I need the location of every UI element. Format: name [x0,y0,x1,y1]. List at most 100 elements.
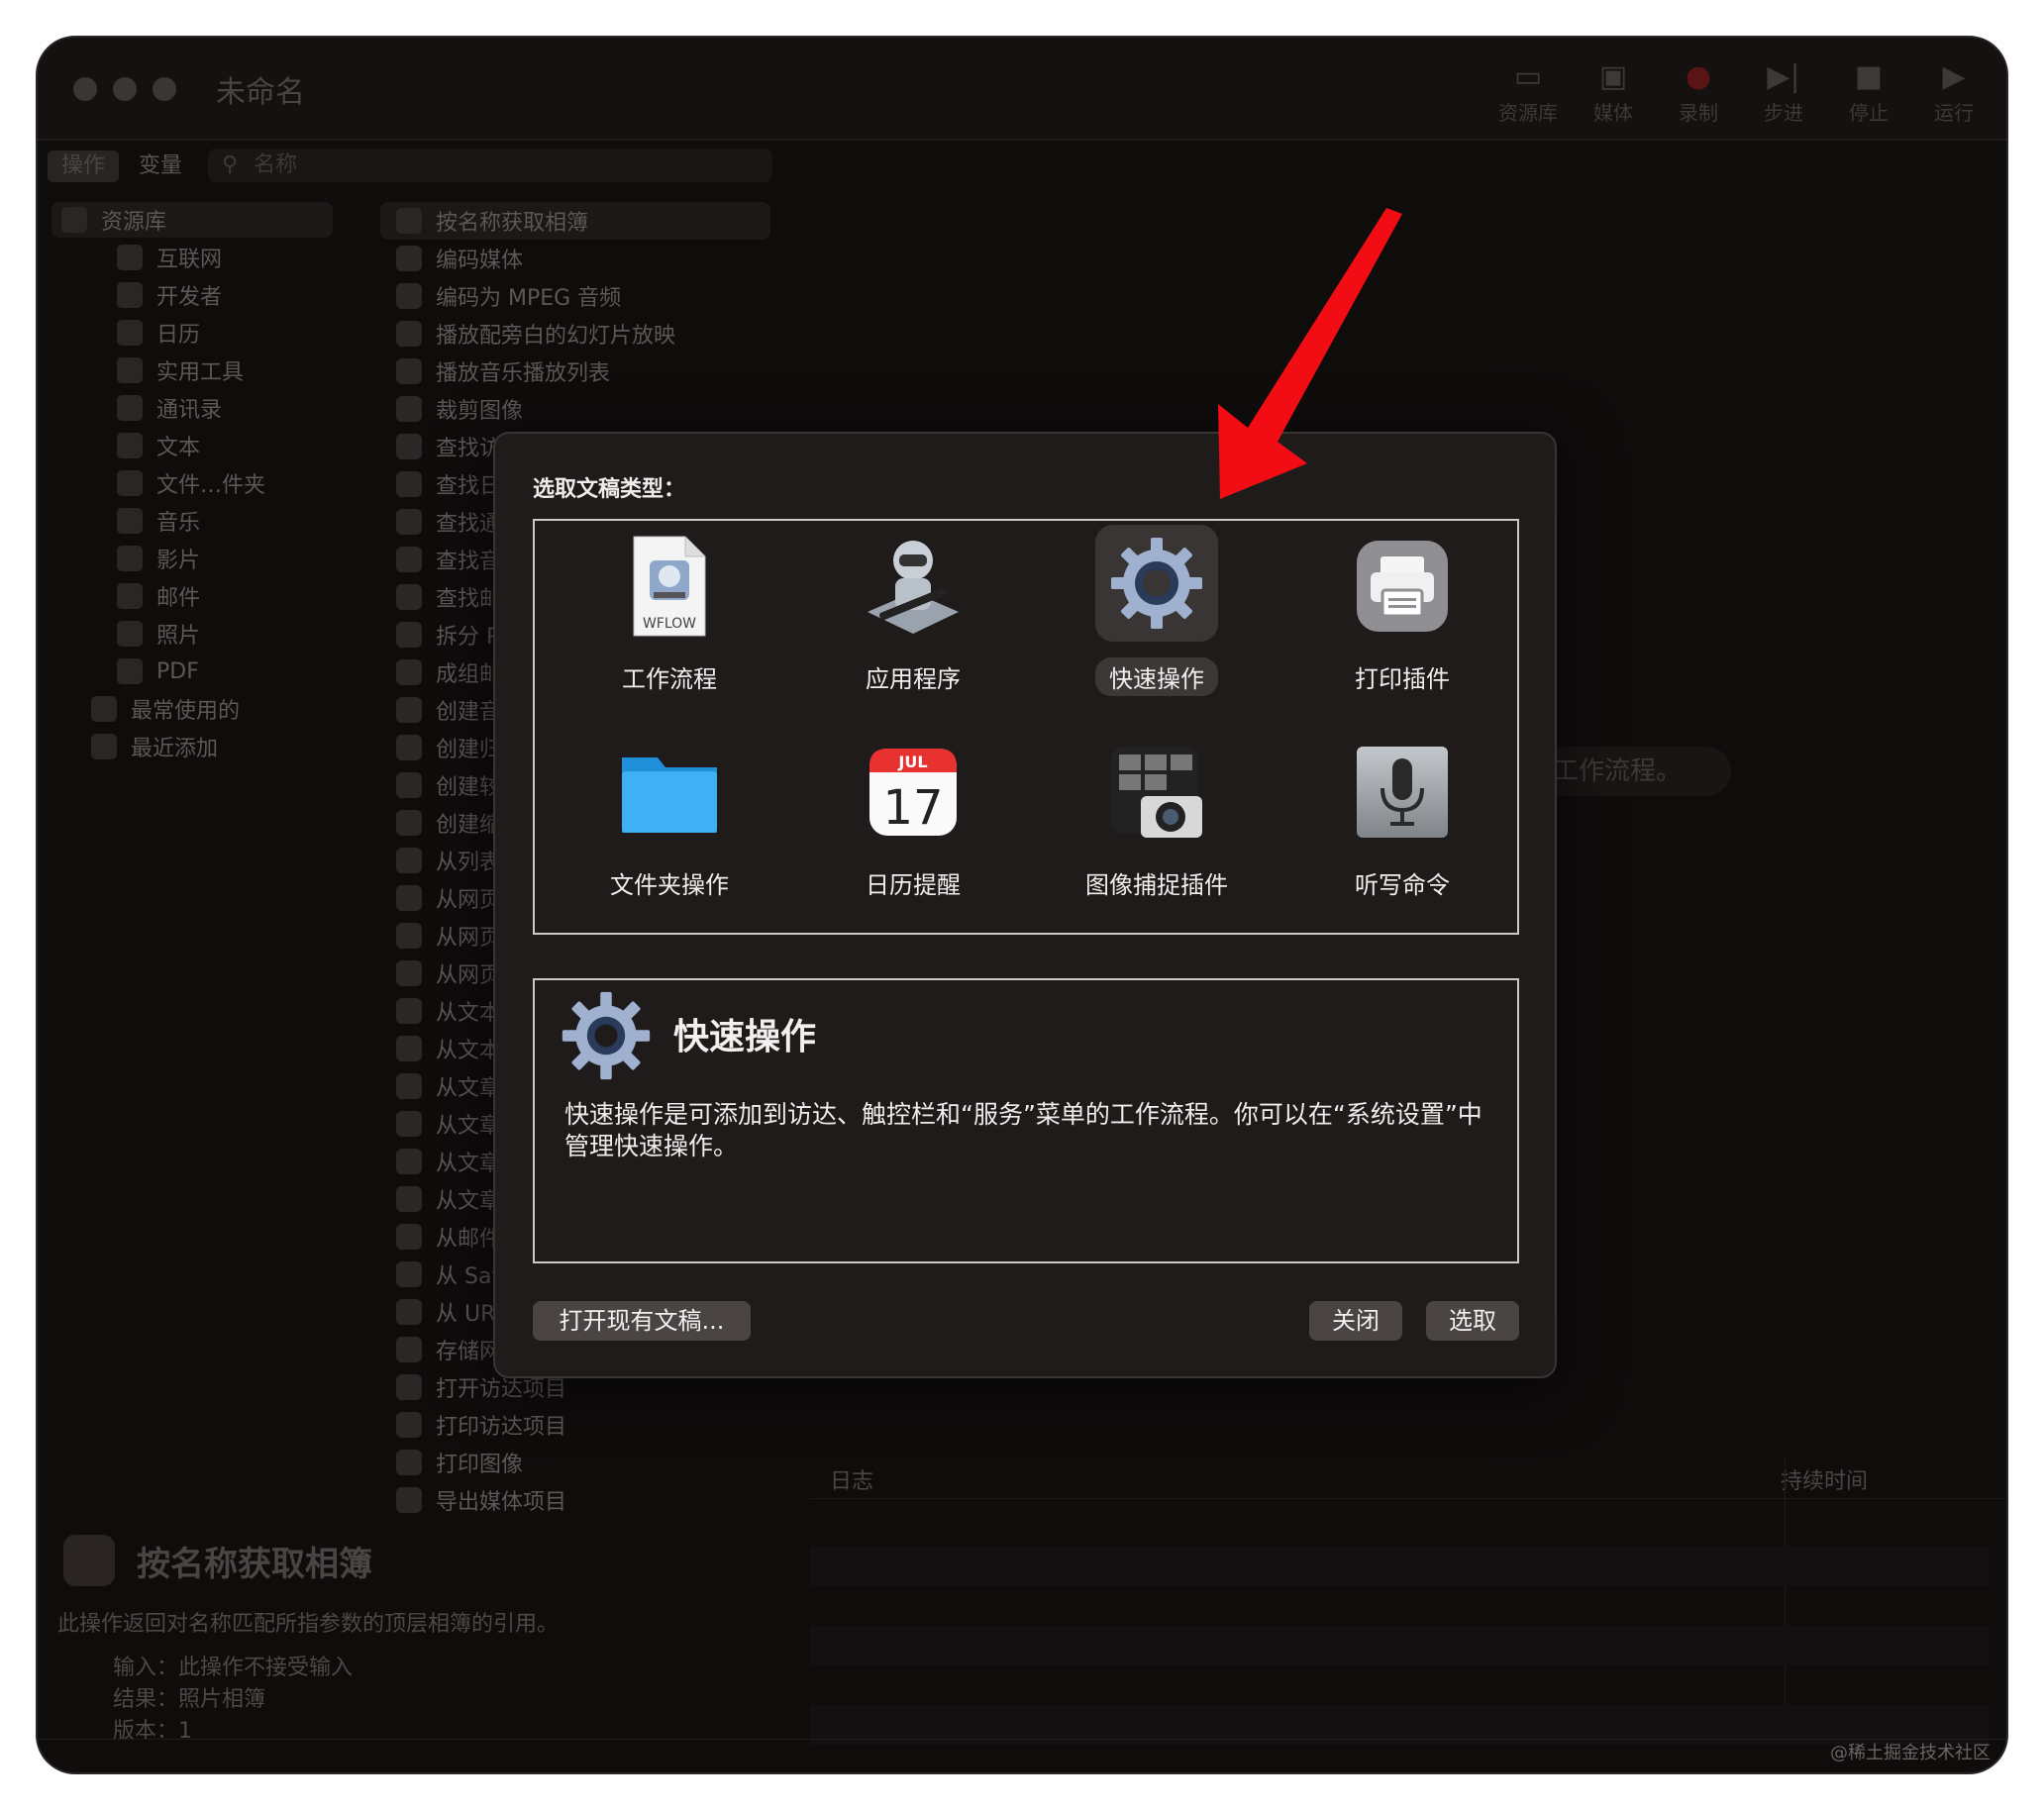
sidebar-item-label: 音乐 [156,511,201,536]
action-icon [396,1224,422,1250]
toolbar-run-button[interactable]: ▶ 运行 [1921,57,1987,126]
sidebar-item-library[interactable]: 最常使用的 [91,691,240,727]
action-label: 编码媒体 [436,249,524,273]
action-icon [396,1374,422,1400]
action-label: 从文本 [436,1039,502,1063]
type-image-capture-plugin[interactable]: 图像捕捉插件 [1048,737,1266,915]
action-list-item[interactable]: 导出媒体项目 [380,1481,776,1519]
action-icon [396,772,422,798]
action-icon [396,1261,422,1287]
action-list-item[interactable]: 裁剪图像 [380,390,776,428]
action-icon [396,509,422,535]
sidebar-item-library[interactable]: 照片 [117,616,200,652]
toolbar-record-button[interactable]: ● 录制 [1666,57,1731,126]
action-icon [396,547,422,572]
duration-column-header[interactable]: 持续时间 [1781,1463,1868,1495]
action-label: 从网页 [436,963,502,988]
arrow-shape [1218,208,1402,499]
sidebar-item-label: 影片 [156,549,201,573]
type-folder-action[interactable]: 文件夹操作 [561,737,778,915]
status-bar: @稀土掘金技术社区 [38,1739,2006,1772]
type-calendar-alarm[interactable]: JUL 17 日历提醒 [804,737,1022,915]
action-label: 存储网 [436,1340,502,1364]
sidebar-item-library[interactable]: 邮件 [117,578,200,614]
sidebar-item-label: 资源库 [101,210,167,235]
workflow-icon: WFLOW [614,531,725,642]
type-quick-action[interactable]: 快速操作 [1048,525,1266,703]
sidebar-item-library[interactable]: 资源库 [51,202,333,238]
action-list-item[interactable]: 编码为 MPEG 音频 [380,277,776,315]
sidebar-item-library[interactable]: 开发者 [117,277,222,313]
category-icon [91,734,117,759]
close-window-button[interactable] [73,77,97,101]
info-description: 此操作返回对名称匹配所指参数的顶层相簿的引用。 [57,1612,560,1637]
sidebar-item-library[interactable]: 日历 [117,315,200,351]
sidebar-item-library[interactable]: PDF [117,654,199,689]
action-label: 创建较 [436,775,502,800]
action-list-item[interactable]: 打印访达项目 [380,1406,776,1444]
toolbar-library-button[interactable]: ▭ 资源库 [1495,57,1561,126]
action-label: 从文章 [436,1189,502,1214]
action-label: 从网页 [436,888,502,913]
sidebar-item-label: 文件…件夹 [156,473,266,498]
description-text: 快速操作是可添加到访达、触控栏和“服务”菜单的工作流程。你可以在“系统设置”中管… [564,1100,1482,1160]
sidebar-item-label: 最近添加 [131,737,219,761]
titlebar: 未命名 ▭ 资源库 ▣ 媒体 ● 录制 ▶| 步进 ■ 停止 ▶ 运行 [38,38,2006,141]
sidebar-item-label: 文本 [156,436,201,460]
microphone-icon [1347,737,1458,848]
action-list-item[interactable]: 编码媒体 [380,240,776,277]
log-row [810,1626,1989,1665]
sidebar-item-library[interactable]: 互联网 [117,240,222,275]
category-icon [117,395,143,421]
close-button[interactable]: 关闭 [1309,1301,1402,1341]
toolbar-media-button[interactable]: ▣ 媒体 [1581,57,1646,126]
run-icon: ▶ [1942,59,1966,94]
calendar-day: 17 [882,780,943,836]
type-print-plugin[interactable]: 打印插件 [1293,531,1511,709]
action-list-item[interactable]: 播放配旁白的幻灯片放映 [380,315,776,352]
action-icon [396,885,422,911]
choose-button[interactable]: 选取 [1426,1301,1519,1341]
info-input-row: 输入：此操作不接受输入 [113,1656,354,1680]
action-icon [396,697,422,723]
tab-actions[interactable]: 操作 [48,151,120,182]
action-list-item[interactable]: 播放音乐播放列表 [380,352,776,390]
description-title: 快速操作 [673,1017,817,1057]
category-icon [117,583,143,609]
open-existing-document-button[interactable]: 打开现有文稿... [533,1301,751,1341]
choose-document-type-dialog: 选取文稿类型： WFLOW 工作流程 应用程序 快速操作 打印插件 文件夹操作 … [493,432,1557,1378]
action-label: 打印访达项目 [436,1415,567,1440]
action-icon [396,396,422,422]
toolbar-step-button[interactable]: ▶| 步进 [1751,57,1816,126]
sidebar-item-library[interactable]: 影片 [117,541,200,576]
sidebar-item-library[interactable]: 最近添加 [91,729,218,764]
search-input[interactable]: ⚲ 名称 [208,149,772,182]
type-label: 快速操作 [1095,657,1218,696]
sidebar-item-library[interactable]: 音乐 [117,503,200,539]
toolbar-stop-button[interactable]: ■ 停止 [1836,57,1901,126]
action-list-item[interactable]: 打印图像 [380,1444,776,1481]
action-icon [396,1036,422,1061]
action-icon [396,1299,422,1325]
action-icon [396,1111,422,1137]
type-application[interactable]: 应用程序 [804,531,1022,709]
zoom-window-button[interactable] [153,77,176,101]
category-icon [117,658,143,684]
minimize-window-button[interactable] [113,77,137,101]
action-list-item[interactable]: 按名称获取相簿 [380,202,770,240]
log-column-header[interactable]: 日志 [830,1463,873,1495]
photos-icon [63,1535,115,1586]
document-type-grid: WFLOW 工作流程 应用程序 快速操作 打印插件 文件夹操作 JUL 17 日… [533,519,1519,935]
action-label: 导出媒体项目 [436,1490,567,1515]
sidebar-item-library[interactable]: 实用工具 [117,352,244,388]
window-controls [73,77,176,101]
sidebar-item-label: 照片 [156,624,201,649]
type-dictation-command[interactable]: 听写命令 [1293,737,1511,915]
action-icon [396,1337,422,1362]
sidebar-item-library[interactable]: 通讯录 [117,390,222,426]
sidebar-item-library[interactable]: 文本 [117,428,200,463]
action-label: 从文章 [436,1076,502,1101]
sidebar-item-library[interactable]: 文件…件夹 [117,465,265,501]
tab-variables[interactable]: 变量 [125,151,196,182]
type-workflow[interactable]: WFLOW 工作流程 [561,531,778,709]
